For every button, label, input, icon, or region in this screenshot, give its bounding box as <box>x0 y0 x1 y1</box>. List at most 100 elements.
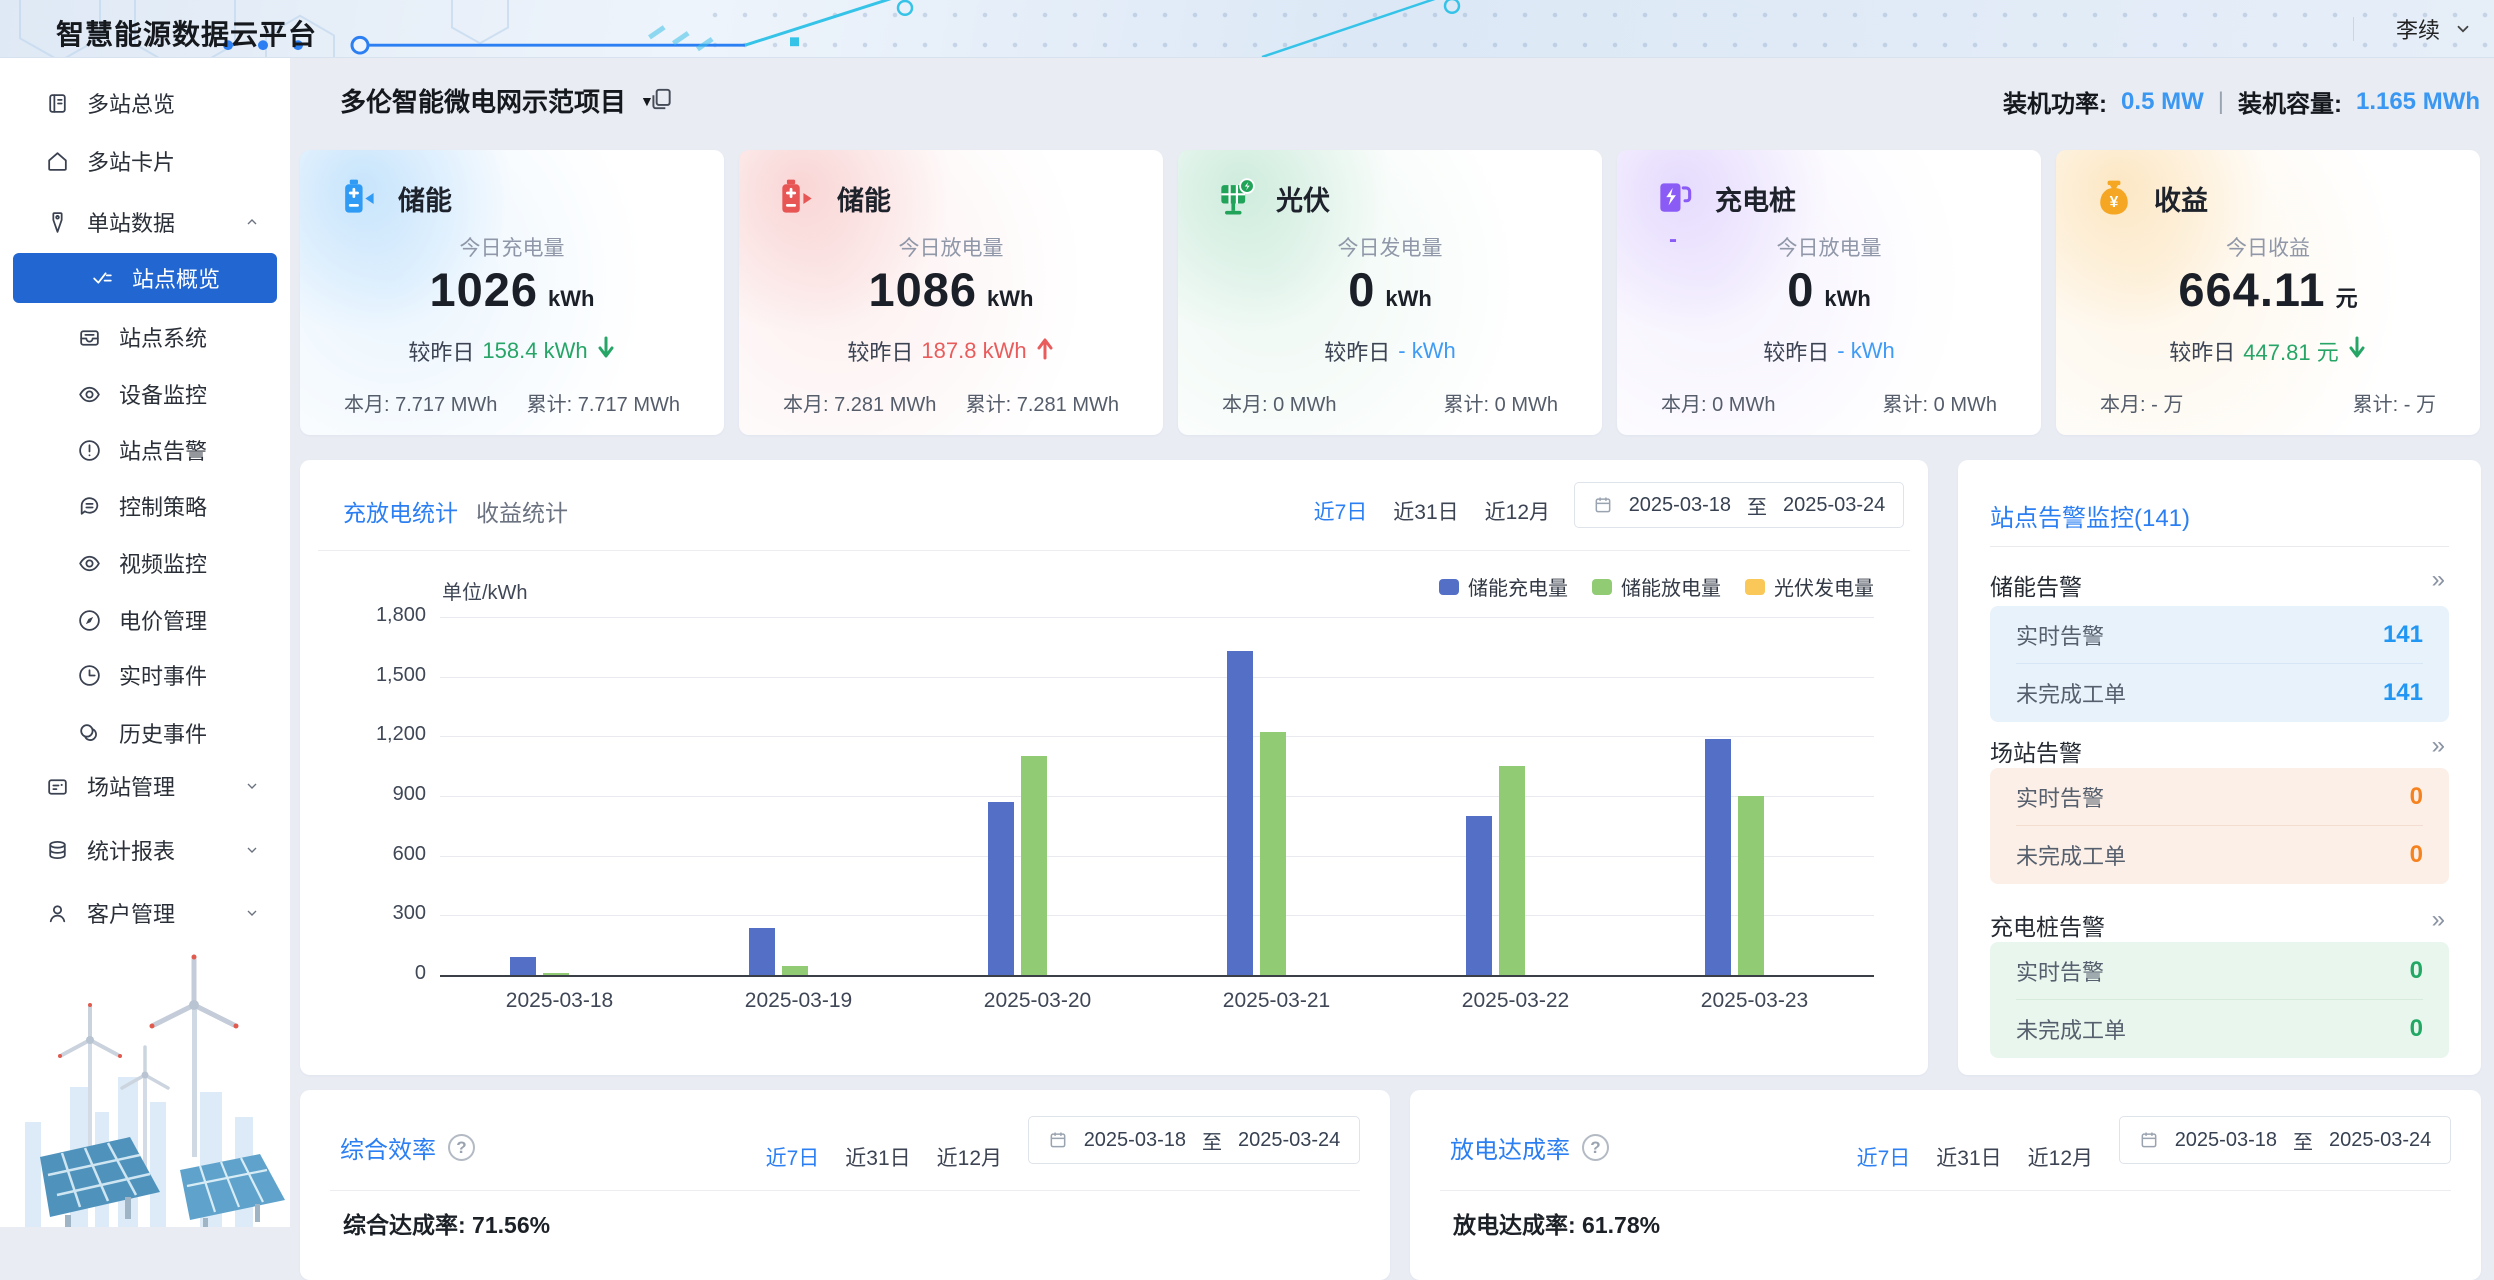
installed-capacity-value: 1.165 MWh <box>2356 88 2480 116</box>
compare-label: 较昨日 <box>408 335 474 367</box>
sidebar-item-video-monitoring[interactable]: 视频监控 <box>0 538 290 588</box>
metric-unit: kWh <box>987 286 1033 311</box>
compare-label: 较昨日 <box>847 335 913 367</box>
alarm-row-value[interactable]: 0 <box>2410 1015 2423 1043</box>
bar-储能放电量[interactable] <box>1260 732 1286 975</box>
user-menu[interactable]: 李续 <box>2353 0 2472 58</box>
compare-row: 较昨日 187.8 kWh <box>739 335 1163 367</box>
date-to-label: 至 <box>1747 491 1767 520</box>
range-31d[interactable]: 近31日 <box>845 1142 910 1172</box>
double-arrow-icon[interactable]: » <box>2432 734 2445 758</box>
battery-discharge-icon <box>775 176 819 220</box>
help-icon[interactable]: ? <box>448 1134 475 1161</box>
clock-icon <box>76 662 102 688</box>
bar-储能放电量[interactable] <box>543 973 569 975</box>
database-icon <box>44 837 70 863</box>
discharge-rate-panel: 放电达成率 ? 近7日 近31日 近12月 2025-03-18 至 2025-… <box>1410 1090 2481 1280</box>
ledger-icon <box>44 90 70 116</box>
app-title: 智慧能源数据云平台 <box>56 13 317 53</box>
sidebar-item-control-strategy[interactable]: 控制策略 <box>0 481 290 531</box>
alarm-row-value[interactable]: 141 <box>2383 679 2423 707</box>
sidebar-item-multi-station-overview[interactable]: 多站总览 <box>0 78 290 128</box>
legend-discharge[interactable]: 储能放电量 <box>1592 572 1721 601</box>
range-12m[interactable]: 近12月 <box>1485 496 1550 526</box>
alarm-box-site: 实时告警 0 未完成工单 0 <box>1990 768 2449 884</box>
sidebar-item-multi-station-cards[interactable]: 多站卡片 <box>0 136 290 186</box>
installed-power-value: 0.5 MW <box>2121 88 2204 116</box>
money-bag-icon: ¥ <box>2092 176 2136 220</box>
tab-charge-discharge-stats[interactable]: 充放电统计 <box>343 494 458 528</box>
legend-charge[interactable]: 储能充电量 <box>1439 572 1568 601</box>
double-arrow-icon[interactable]: » <box>2432 568 2445 592</box>
cumulative-stat: 累计: - 万 <box>2353 388 2436 417</box>
alarm-row-value[interactable]: 141 <box>2383 621 2423 649</box>
tag-icon <box>44 209 70 235</box>
sidebar-item-price-management[interactable]: 电价管理 <box>0 595 290 645</box>
alarm-row-label: 未完成工单 <box>2016 839 2126 871</box>
range-7d[interactable]: 近7日 <box>1857 1142 1911 1172</box>
range-7d[interactable]: 近7日 <box>1314 496 1368 526</box>
month-stat: 本月: 7.281 MWh <box>783 388 936 417</box>
efficiency-metric: 综合达成率: 71.56% <box>343 1206 550 1240</box>
compare-value: 158.4 kWh <box>482 338 587 364</box>
sidebar-item-station-alarms[interactable]: 站点告警 <box>0 425 290 475</box>
project-selector[interactable]: 多伦智能微电网示范项目 ▼ <box>340 82 654 119</box>
card-footer: 本月: 7.281 MWh 累计: 7.281 MWh <box>739 388 1163 417</box>
bar-储能充电量[interactable] <box>1227 651 1253 975</box>
sidebar-item-realtime-events[interactable]: 实时事件 <box>0 650 290 700</box>
bar-储能放电量[interactable] <box>1499 766 1525 975</box>
legend-pv[interactable]: 光伏发电量 <box>1745 572 1874 601</box>
metric-label: 今日放电量 <box>1617 232 2041 262</box>
panel-title-row: 综合效率 ? <box>340 1130 475 1165</box>
bar-储能充电量[interactable] <box>988 802 1014 975</box>
alarm-row-value[interactable]: 0 <box>2410 957 2423 985</box>
range-12m[interactable]: 近12月 <box>937 1142 1002 1172</box>
bar-储能放电量[interactable] <box>782 966 808 975</box>
date-range-picker[interactable]: 2025-03-18 至 2025-03-24 <box>1028 1116 1360 1164</box>
sidebar-item-label: 单站数据 <box>87 206 175 238</box>
range-31d[interactable]: 近31日 <box>1936 1142 2001 1172</box>
card-revenue: ¥ 收益 今日收益 664.11元 较昨日 447.81 元 本月: - 万 累… <box>2056 150 2480 435</box>
metric-value: 664.11 <box>2178 263 2325 316</box>
range-7d[interactable]: 近7日 <box>766 1142 820 1172</box>
sidebar-group-single-station-data[interactable]: 单站数据 <box>0 197 290 247</box>
double-arrow-icon[interactable]: » <box>2432 908 2445 932</box>
bar-储能充电量[interactable] <box>510 957 536 975</box>
copy-icon[interactable] <box>648 86 676 114</box>
compare-value: 447.81 元 <box>2243 335 2338 367</box>
sidebar-item-history-events[interactable]: 历史事件 <box>0 708 290 758</box>
sidebar-item-station-overview[interactable]: 站点概览 <box>13 253 277 303</box>
help-icon[interactable]: ? <box>1582 1134 1609 1161</box>
sidebar-group-customer-management[interactable]: 客户管理 <box>0 888 290 938</box>
sidebar-item-device-monitoring[interactable]: 设备监控 <box>0 369 290 419</box>
bar-储能充电量[interactable] <box>1466 816 1492 975</box>
sidebar-item-station-system[interactable]: 站点系统 <box>0 312 290 362</box>
sidebar-group-station-management[interactable]: 场站管理 <box>0 761 290 811</box>
alarm-box-storage: 实时告警 141 未完成工单 141 <box>1990 606 2449 722</box>
date-range-picker[interactable]: 2025-03-18 至 2025-03-24 <box>1574 482 1904 528</box>
range-31d[interactable]: 近31日 <box>1393 496 1458 526</box>
date-range-picker[interactable]: 2025-03-18 至 2025-03-24 <box>2119 1116 2451 1164</box>
date-start: 2025-03-18 <box>1629 494 1731 517</box>
range-12m[interactable]: 近12月 <box>2028 1142 2093 1172</box>
alarm-row-value[interactable]: 0 <box>2410 783 2423 811</box>
alarm-panel-title[interactable]: 站点告警监控(141) <box>1990 498 2190 533</box>
alarm-row-value[interactable]: 0 <box>2410 841 2423 869</box>
legend-swatch <box>1592 579 1612 595</box>
sidebar-group-statistics-reports[interactable]: 统计报表 <box>0 825 290 875</box>
metric-unit: kWh <box>1824 286 1870 311</box>
metric-value-row: 0kWh <box>1178 262 1602 317</box>
metric-unit: kWh <box>548 286 594 311</box>
bar-储能放电量[interactable] <box>1021 756 1047 975</box>
metric-value-row: 1086 kWh <box>739 262 1163 317</box>
bar-储能放电量[interactable] <box>1738 796 1764 975</box>
tab-revenue-stats[interactable]: 收益统计 <box>476 494 568 528</box>
bar-储能充电量[interactable] <box>1705 739 1731 975</box>
battery-charge-icon <box>336 176 380 220</box>
metric-value: 1086 <box>868 263 977 316</box>
month-stat: 本月: 0 MWh <box>1661 388 1775 417</box>
metric-value-row: 1026kWh <box>300 262 724 317</box>
bar-储能充电量[interactable] <box>749 928 775 975</box>
svg-text:¥: ¥ <box>2110 194 2119 211</box>
installed-capacity-label: 装机容量: <box>2238 84 2342 119</box>
